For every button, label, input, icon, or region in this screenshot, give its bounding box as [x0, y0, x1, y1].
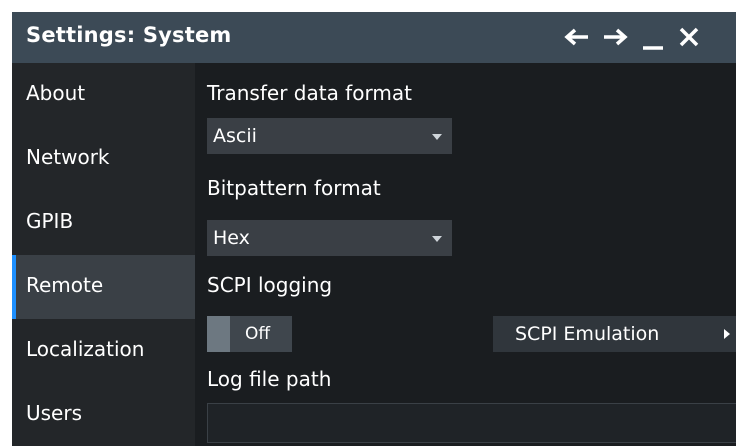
- sidebar-item-label: GPIB: [26, 209, 74, 233]
- chevron-down-icon: [432, 134, 442, 140]
- scpi-emulation-button[interactable]: SCPI Emulation: [493, 316, 736, 352]
- sidebar-item-network[interactable]: Network: [12, 127, 195, 191]
- bitpattern-format-value: Hex: [213, 227, 250, 249]
- sidebar-item-label: Localization: [26, 337, 145, 361]
- chevron-right-icon: [724, 329, 730, 339]
- sidebar-item-about[interactable]: About: [12, 63, 195, 127]
- transfer-format-dropdown[interactable]: Ascii: [207, 118, 452, 154]
- sidebar-item-remote[interactable]: Remote: [12, 255, 195, 319]
- bitpattern-format-label: Bitpattern format: [207, 176, 381, 200]
- scpi-emulation-label: SCPI Emulation: [515, 323, 660, 345]
- back-arrow-icon[interactable]: [560, 22, 594, 52]
- sidebar-item-users[interactable]: Users: [12, 383, 195, 446]
- close-icon[interactable]: [672, 22, 706, 52]
- forward-arrow-icon[interactable]: [598, 22, 632, 52]
- sidebar-item-localization[interactable]: Localization: [12, 319, 195, 383]
- toggle-state: Off: [245, 324, 271, 344]
- log-file-path-label: Log file path: [207, 367, 332, 391]
- settings-dialog: Settings: System About Network GPIB Remo…: [12, 12, 736, 446]
- chevron-down-icon: [432, 236, 442, 242]
- sidebar-item-label: Remote: [26, 273, 104, 297]
- scpi-logging-toggle[interactable]: Off: [207, 316, 292, 352]
- sidebar-item-label: Users: [26, 401, 83, 425]
- sidebar-item-label: About: [26, 81, 86, 105]
- window-title: Settings: System: [26, 23, 232, 47]
- sidebar-item-label: Network: [26, 145, 110, 169]
- transfer-format-value: Ascii: [213, 125, 257, 147]
- sidebar-item-gpib[interactable]: GPIB: [12, 191, 195, 255]
- remote-settings-panel: Transfer data format Ascii Bitpattern fo…: [195, 63, 736, 446]
- toggle-knob: [207, 316, 230, 352]
- minimize-icon[interactable]: [636, 22, 670, 52]
- transfer-format-label: Transfer data format: [207, 81, 412, 105]
- settings-sidebar: About Network GPIB Remote Localization U…: [12, 63, 195, 446]
- title-bar: Settings: System: [12, 12, 736, 63]
- log-file-path-input[interactable]: [207, 403, 736, 443]
- bitpattern-format-dropdown[interactable]: Hex: [207, 220, 452, 256]
- scpi-logging-label: SCPI logging: [207, 273, 333, 297]
